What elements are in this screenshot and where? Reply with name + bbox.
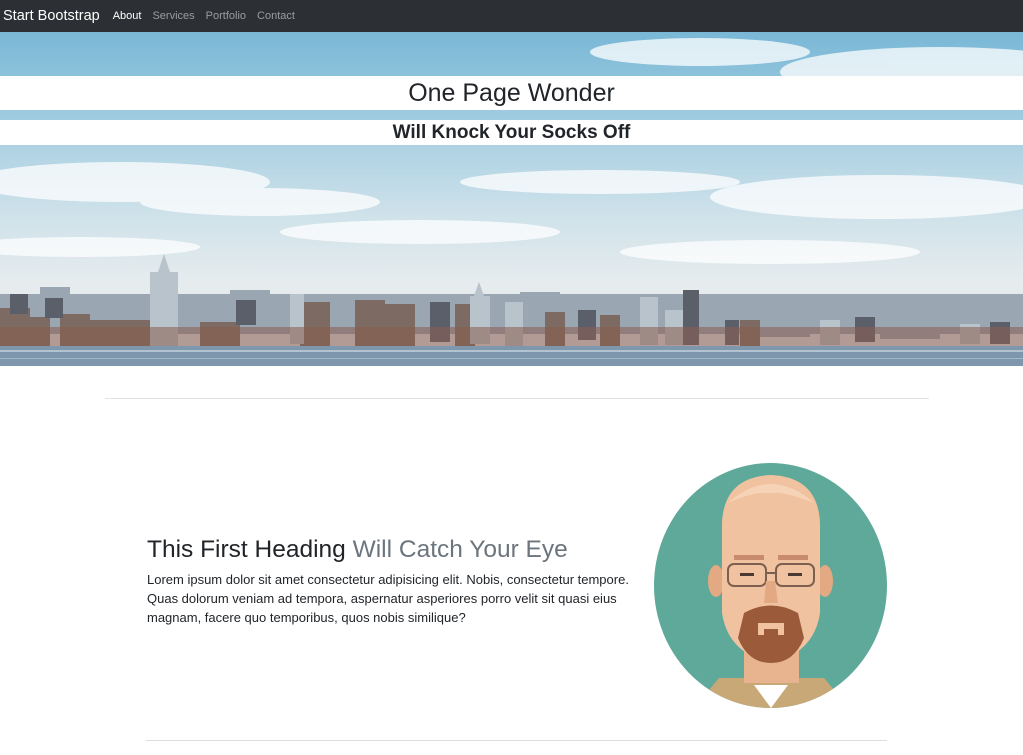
section-text: This First Heading Will Catch Your Eye L… [147,534,637,627]
section-divider-top [105,398,929,399]
hero-subtitle: Will Knock Your Socks Off [392,121,631,143]
hero-title-band: One Page Wonder [0,76,1023,110]
section-heading-muted: Will Catch Your Eye [352,536,568,563]
hero-subtitle-band: Will Knock Your Socks Off [0,120,1023,145]
section-heading: This First Heading Will Catch Your Eye [147,534,637,566]
hero-header: One Page Wonder Will Knock Your Socks Of… [0,32,1023,366]
section-heading-main: This First Heading [147,536,346,563]
hero-title: One Page Wonder [408,78,615,107]
navbar: Start Bootstrap About Services Portfolio… [0,0,1023,32]
nav-link-portfolio[interactable]: Portfolio [206,10,246,22]
section-body: Lorem ipsum dolor sit amet consectetur a… [147,572,629,625]
brand-link[interactable]: Start Bootstrap [3,8,100,24]
nav-link-contact[interactable]: Contact [257,10,295,22]
nav-link-about[interactable]: About [113,10,142,22]
nav-link-services[interactable]: Services [152,10,194,22]
portrait-illustration [654,463,887,708]
section-divider-bottom [146,740,887,741]
